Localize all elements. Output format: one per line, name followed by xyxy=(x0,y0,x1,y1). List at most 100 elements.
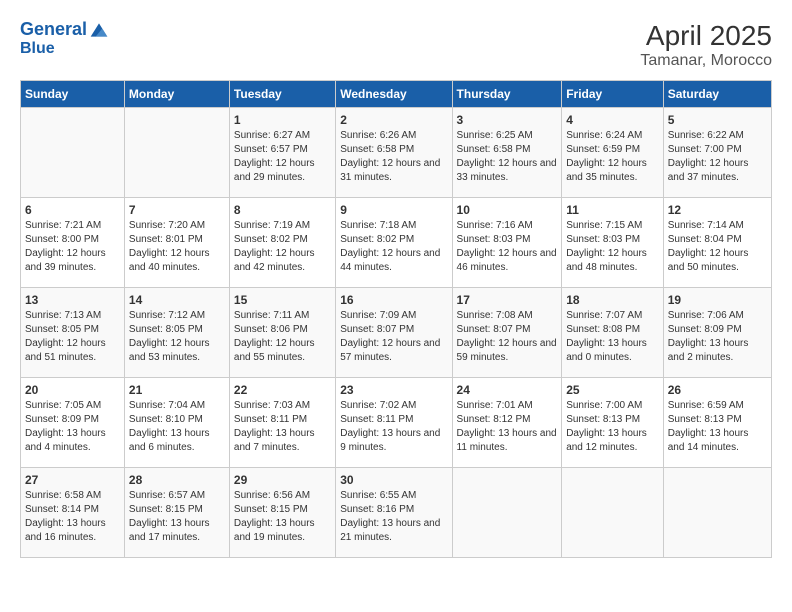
calendar-cell: 27Sunrise: 6:58 AMSunset: 8:14 PMDayligh… xyxy=(21,468,125,558)
calendar-cell: 23Sunrise: 7:02 AMSunset: 8:11 PMDayligh… xyxy=(336,378,452,468)
calendar-cell xyxy=(452,468,562,558)
day-number: 7 xyxy=(129,202,225,219)
calendar-cell: 15Sunrise: 7:11 AMSunset: 8:06 PMDayligh… xyxy=(229,288,335,378)
calendar-week-row: 27Sunrise: 6:58 AMSunset: 8:14 PMDayligh… xyxy=(21,468,772,558)
calendar-cell: 9Sunrise: 7:18 AMSunset: 8:02 PMDaylight… xyxy=(336,198,452,288)
calendar-subtitle: Tamanar, Morocco xyxy=(640,52,772,70)
day-info: Sunrise: 6:25 AMSunset: 6:58 PMDaylight:… xyxy=(457,129,558,185)
logo-icon xyxy=(89,20,109,40)
day-number: 23 xyxy=(340,382,447,399)
day-info: Sunrise: 7:02 AMSunset: 8:11 PMDaylight:… xyxy=(340,399,447,455)
calendar-cell: 19Sunrise: 7:06 AMSunset: 8:09 PMDayligh… xyxy=(663,288,771,378)
weekday-header: Friday xyxy=(562,81,664,108)
day-info: Sunrise: 6:56 AMSunset: 8:15 PMDaylight:… xyxy=(234,489,331,545)
calendar-cell: 26Sunrise: 6:59 AMSunset: 8:13 PMDayligh… xyxy=(663,378,771,468)
day-number: 12 xyxy=(668,202,767,219)
day-info: Sunrise: 7:16 AMSunset: 8:03 PMDaylight:… xyxy=(457,219,558,275)
calendar-table: SundayMondayTuesdayWednesdayThursdayFrid… xyxy=(20,80,772,558)
calendar-cell: 4Sunrise: 6:24 AMSunset: 6:59 PMDaylight… xyxy=(562,108,664,198)
day-number: 25 xyxy=(566,382,659,399)
day-number: 15 xyxy=(234,292,331,309)
calendar-cell: 28Sunrise: 6:57 AMSunset: 8:15 PMDayligh… xyxy=(124,468,229,558)
calendar-header-row: SundayMondayTuesdayWednesdayThursdayFrid… xyxy=(21,81,772,108)
weekday-header: Saturday xyxy=(663,81,771,108)
day-info: Sunrise: 6:27 AMSunset: 6:57 PMDaylight:… xyxy=(234,129,331,185)
day-number: 16 xyxy=(340,292,447,309)
logo: General Blue xyxy=(20,20,109,58)
calendar-cell: 13Sunrise: 7:13 AMSunset: 8:05 PMDayligh… xyxy=(21,288,125,378)
day-number: 22 xyxy=(234,382,331,399)
day-number: 10 xyxy=(457,202,558,219)
calendar-cell: 25Sunrise: 7:00 AMSunset: 8:13 PMDayligh… xyxy=(562,378,664,468)
day-info: Sunrise: 6:26 AMSunset: 6:58 PMDaylight:… xyxy=(340,129,447,185)
day-info: Sunrise: 6:24 AMSunset: 6:59 PMDaylight:… xyxy=(566,129,659,185)
day-info: Sunrise: 6:59 AMSunset: 8:13 PMDaylight:… xyxy=(668,399,767,455)
calendar-cell: 12Sunrise: 7:14 AMSunset: 8:04 PMDayligh… xyxy=(663,198,771,288)
weekday-header: Thursday xyxy=(452,81,562,108)
calendar-cell xyxy=(124,108,229,198)
day-info: Sunrise: 7:06 AMSunset: 8:09 PMDaylight:… xyxy=(668,309,767,365)
calendar-week-row: 13Sunrise: 7:13 AMSunset: 8:05 PMDayligh… xyxy=(21,288,772,378)
calendar-cell: 24Sunrise: 7:01 AMSunset: 8:12 PMDayligh… xyxy=(452,378,562,468)
page-header: General Blue April 2025 Tamanar, Morocco xyxy=(20,20,772,70)
day-number: 24 xyxy=(457,382,558,399)
day-info: Sunrise: 7:07 AMSunset: 8:08 PMDaylight:… xyxy=(566,309,659,365)
calendar-cell: 20Sunrise: 7:05 AMSunset: 8:09 PMDayligh… xyxy=(21,378,125,468)
day-number: 13 xyxy=(25,292,120,309)
calendar-cell: 22Sunrise: 7:03 AMSunset: 8:11 PMDayligh… xyxy=(229,378,335,468)
calendar-week-row: 20Sunrise: 7:05 AMSunset: 8:09 PMDayligh… xyxy=(21,378,772,468)
calendar-cell: 7Sunrise: 7:20 AMSunset: 8:01 PMDaylight… xyxy=(124,198,229,288)
day-number: 11 xyxy=(566,202,659,219)
title-block: April 2025 Tamanar, Morocco xyxy=(640,20,772,70)
calendar-cell: 5Sunrise: 6:22 AMSunset: 7:00 PMDaylight… xyxy=(663,108,771,198)
weekday-header: Monday xyxy=(124,81,229,108)
calendar-cell xyxy=(21,108,125,198)
day-number: 29 xyxy=(234,472,331,489)
calendar-week-row: 1Sunrise: 6:27 AMSunset: 6:57 PMDaylight… xyxy=(21,108,772,198)
day-number: 8 xyxy=(234,202,331,219)
calendar-cell: 11Sunrise: 7:15 AMSunset: 8:03 PMDayligh… xyxy=(562,198,664,288)
calendar-cell: 2Sunrise: 6:26 AMSunset: 6:58 PMDaylight… xyxy=(336,108,452,198)
day-info: Sunrise: 7:13 AMSunset: 8:05 PMDaylight:… xyxy=(25,309,120,365)
day-info: Sunrise: 7:19 AMSunset: 8:02 PMDaylight:… xyxy=(234,219,331,275)
calendar-cell: 3Sunrise: 6:25 AMSunset: 6:58 PMDaylight… xyxy=(452,108,562,198)
calendar-cell: 18Sunrise: 7:07 AMSunset: 8:08 PMDayligh… xyxy=(562,288,664,378)
calendar-cell xyxy=(562,468,664,558)
day-info: Sunrise: 7:04 AMSunset: 8:10 PMDaylight:… xyxy=(129,399,225,455)
day-number: 3 xyxy=(457,112,558,129)
calendar-cell: 10Sunrise: 7:16 AMSunset: 8:03 PMDayligh… xyxy=(452,198,562,288)
calendar-cell: 8Sunrise: 7:19 AMSunset: 8:02 PMDaylight… xyxy=(229,198,335,288)
calendar-cell: 21Sunrise: 7:04 AMSunset: 8:10 PMDayligh… xyxy=(124,378,229,468)
day-number: 26 xyxy=(668,382,767,399)
day-info: Sunrise: 7:18 AMSunset: 8:02 PMDaylight:… xyxy=(340,219,447,275)
day-info: Sunrise: 6:22 AMSunset: 7:00 PMDaylight:… xyxy=(668,129,767,185)
day-number: 14 xyxy=(129,292,225,309)
day-number: 2 xyxy=(340,112,447,129)
day-info: Sunrise: 6:55 AMSunset: 8:16 PMDaylight:… xyxy=(340,489,447,545)
day-info: Sunrise: 7:20 AMSunset: 8:01 PMDaylight:… xyxy=(129,219,225,275)
day-number: 28 xyxy=(129,472,225,489)
day-number: 21 xyxy=(129,382,225,399)
day-number: 4 xyxy=(566,112,659,129)
calendar-cell: 16Sunrise: 7:09 AMSunset: 8:07 PMDayligh… xyxy=(336,288,452,378)
day-info: Sunrise: 7:15 AMSunset: 8:03 PMDaylight:… xyxy=(566,219,659,275)
day-info: Sunrise: 7:00 AMSunset: 8:13 PMDaylight:… xyxy=(566,399,659,455)
day-number: 1 xyxy=(234,112,331,129)
weekday-header: Tuesday xyxy=(229,81,335,108)
weekday-header: Wednesday xyxy=(336,81,452,108)
day-number: 27 xyxy=(25,472,120,489)
day-info: Sunrise: 6:58 AMSunset: 8:14 PMDaylight:… xyxy=(25,489,120,545)
day-number: 5 xyxy=(668,112,767,129)
day-number: 18 xyxy=(566,292,659,309)
calendar-cell: 17Sunrise: 7:08 AMSunset: 8:07 PMDayligh… xyxy=(452,288,562,378)
day-info: Sunrise: 7:14 AMSunset: 8:04 PMDaylight:… xyxy=(668,219,767,275)
day-info: Sunrise: 7:08 AMSunset: 8:07 PMDaylight:… xyxy=(457,309,558,365)
calendar-cell: 6Sunrise: 7:21 AMSunset: 8:00 PMDaylight… xyxy=(21,198,125,288)
day-number: 19 xyxy=(668,292,767,309)
calendar-cell: 14Sunrise: 7:12 AMSunset: 8:05 PMDayligh… xyxy=(124,288,229,378)
calendar-cell: 1Sunrise: 6:27 AMSunset: 6:57 PMDaylight… xyxy=(229,108,335,198)
day-info: Sunrise: 7:03 AMSunset: 8:11 PMDaylight:… xyxy=(234,399,331,455)
day-info: Sunrise: 7:05 AMSunset: 8:09 PMDaylight:… xyxy=(25,399,120,455)
day-number: 20 xyxy=(25,382,120,399)
day-info: Sunrise: 7:11 AMSunset: 8:06 PMDaylight:… xyxy=(234,309,331,365)
